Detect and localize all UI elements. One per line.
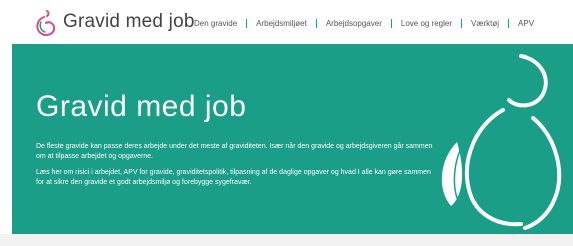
hero-title: Gravid med job: [36, 90, 247, 123]
hero-intro-paragraph: De fleste gravide kan passe deres arbejd…: [36, 143, 433, 160]
nav-separator: [461, 18, 463, 28]
nav-item-den-gravide[interactable]: Den gravide: [194, 19, 237, 28]
pregnant-woman-logo-icon[interactable]: [32, 8, 58, 36]
nav-item-arbejdsmiljoet[interactable]: Arbejdsmiljøet: [256, 19, 307, 28]
nav-item-arbejdsopgaver[interactable]: Arbejdsopgaver: [326, 19, 382, 28]
nav-separator: [246, 18, 248, 28]
page-bottom-band: [0, 234, 573, 246]
site-brand-title[interactable]: Gravid med job: [63, 11, 195, 33]
nav-item-love-og-regler[interactable]: Love og regler: [401, 19, 452, 28]
pregnant-silhouette-icon: [441, 54, 562, 230]
site-header: Gravid med job Den gravide Arbejdsmiljøe…: [0, 0, 573, 44]
nav-separator: [390, 18, 392, 28]
hero-banner: Gravid med job De fleste gravide kan pas…: [12, 44, 573, 234]
nav-item-vaerktoej[interactable]: Værktøj: [471, 19, 499, 28]
main-navigation: Den gravide Arbejdsmiljøet Arbejdsopgave…: [194, 16, 534, 30]
nav-separator: [508, 18, 510, 28]
nav-item-apv[interactable]: APV: [518, 19, 534, 28]
hero-details-paragraph: Læs her om risici i arbejdet, APV for gr…: [36, 169, 431, 186]
nav-separator: [315, 18, 317, 28]
